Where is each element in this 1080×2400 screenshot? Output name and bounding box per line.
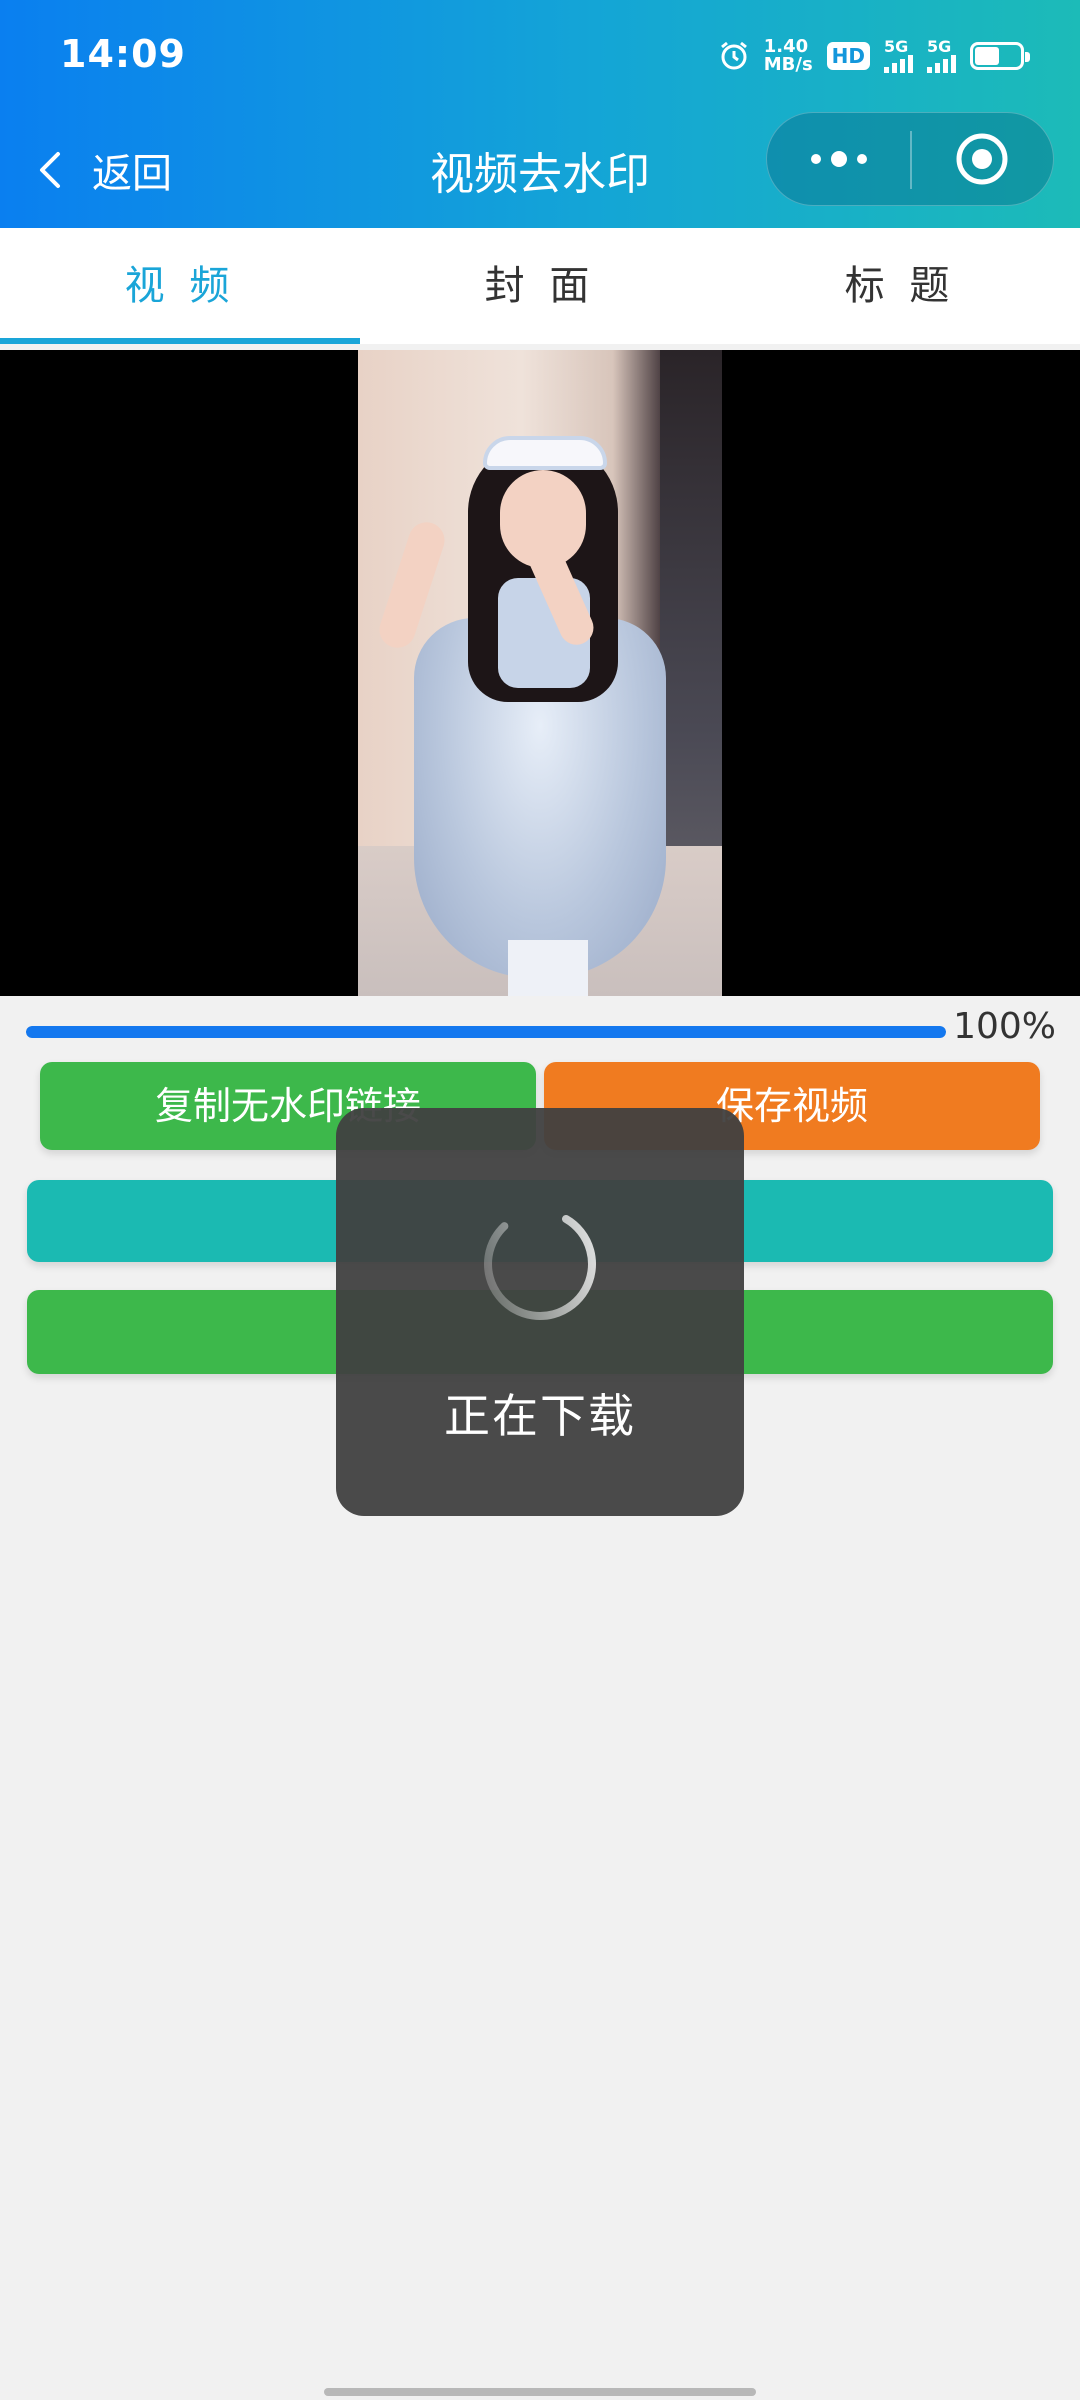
navigation-bar: 返回 视频去水印 [0,112,1080,228]
sim1-network-label: 5G [884,37,909,56]
loading-spinner-icon [484,1208,596,1320]
hd-icon: HD [826,42,870,70]
network-speed-unit: MB/s [763,54,813,75]
tab-cover[interactable]: 封 面 [360,228,720,344]
download-progress: 100% [26,1006,1056,1060]
more-dots-icon [810,151,867,167]
more-button[interactable] [767,112,910,206]
tab-bar: 视 频 封 面 标 题 [0,228,1080,344]
close-button[interactable] [910,112,1053,206]
miniprogram-capsule [766,112,1054,206]
alarm-icon [720,41,747,70]
capsule-divider [910,131,912,189]
battery-icon [970,42,1030,70]
target-icon [956,133,1007,185]
status-icons: 1.40 MB/s HD 5G 5G [718,34,1030,78]
progress-track [26,1026,946,1038]
tab-video[interactable]: 视 频 [0,228,360,344]
network-speed: 1.40 MB/s [764,38,813,74]
progress-fill [26,1026,946,1038]
tab-title[interactable]: 标 题 [720,228,1080,344]
home-indicator[interactable] [324,2388,756,2396]
status-time: 14:09 [60,32,186,76]
loading-toast: 正在下载 [336,1108,744,1516]
progress-percent: 100% [953,1006,1056,1047]
signal-icon: 5G [884,39,913,73]
video-player[interactable] [0,350,1080,996]
status-bar: 14:09 1.40 MB/s HD 5G 5G [0,0,1080,112]
video-frame [358,350,722,996]
sim2-network-label: 5G [927,37,952,56]
toast-text: 正在下载 [444,1389,636,1443]
signal-icon: 5G [927,39,956,73]
